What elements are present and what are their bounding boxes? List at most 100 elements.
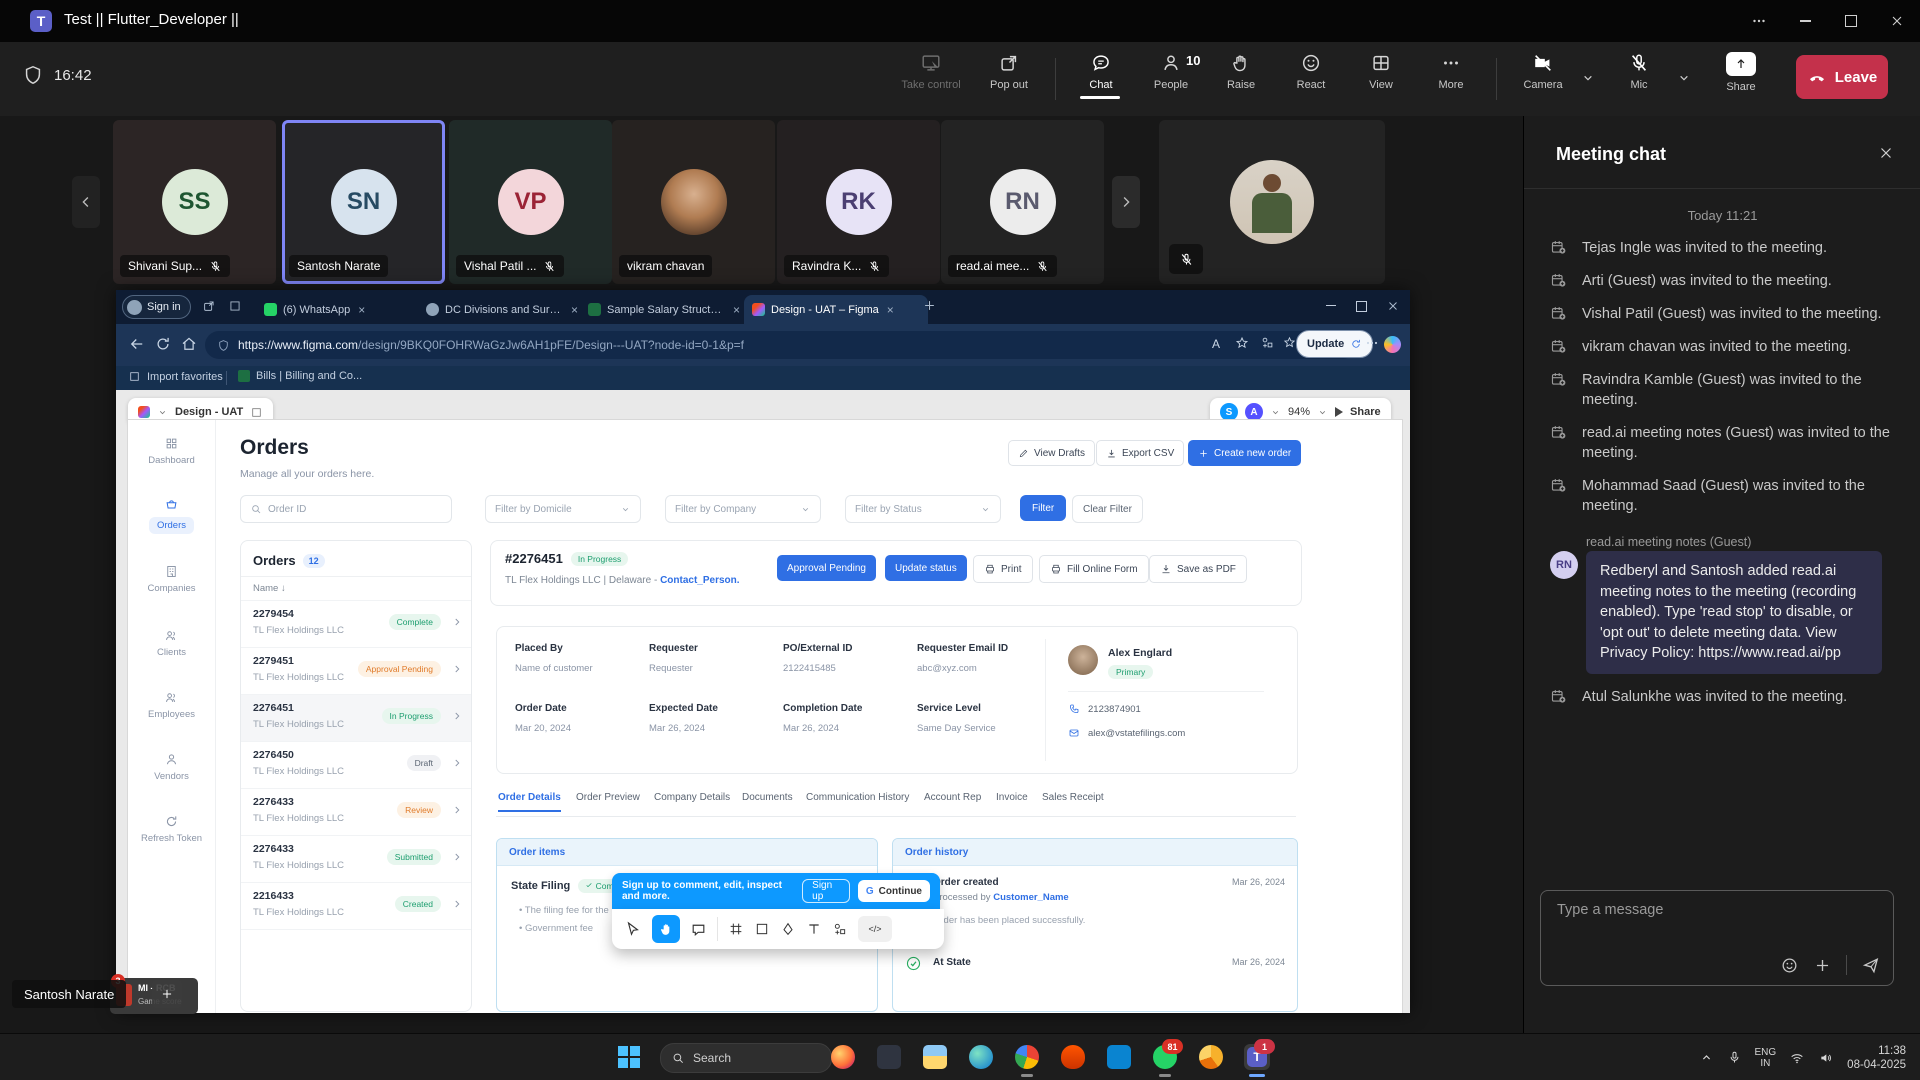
tab-invoice[interactable]: Invoice — [996, 792, 1028, 803]
export-csv-button[interactable]: Export CSV — [1096, 440, 1184, 466]
attach-plus-icon[interactable] — [1813, 956, 1832, 975]
collaborator-avatar[interactable]: S — [1220, 403, 1238, 421]
settings-more-icon[interactable] — [1364, 335, 1380, 351]
participant-tile[interactable]: SS Shivani Sup... — [113, 120, 276, 284]
clear-filter-button[interactable]: Clear Filter — [1072, 495, 1143, 523]
zoom-level[interactable]: 94% — [1288, 406, 1310, 418]
chrome-beta-icon[interactable] — [1198, 1044, 1224, 1070]
window-close-button[interactable] — [1874, 0, 1920, 42]
tab-close-icon[interactable]: × — [571, 303, 578, 317]
participant-tile[interactable]: vikram chavan — [612, 120, 775, 284]
bookmark-import-favorites[interactable]: Import favorites — [128, 370, 223, 383]
tab-communication-history[interactable]: Communication History — [806, 792, 909, 803]
collaborator-avatar[interactable]: A — [1245, 403, 1263, 421]
bookmark-bills[interactable]: Bills | Billing and Co... — [238, 370, 362, 382]
raise-hand-button[interactable]: Raise — [1206, 52, 1276, 91]
tab-sales-receipt[interactable]: Sales Receipt — [1042, 792, 1104, 803]
language-indicator[interactable]: ENGIN — [1755, 1047, 1777, 1069]
chevron-down-icon[interactable] — [1270, 407, 1281, 418]
sidebar-item-dashboard[interactable]: Dashboard — [128, 436, 215, 466]
tiles-scroll-left-button[interactable] — [72, 176, 100, 228]
filter-domicile-select[interactable]: Filter by Domicile — [485, 495, 641, 523]
chat-message-input[interactable] — [1555, 901, 1859, 919]
browser-minimize-icon[interactable] — [1326, 299, 1336, 306]
back-icon[interactable] — [128, 335, 146, 353]
favorite-star-icon[interactable] — [1234, 335, 1250, 351]
share-button[interactable]: Share — [1706, 52, 1776, 93]
leave-button[interactable]: Leave — [1796, 55, 1888, 99]
tray-chevron-up-icon[interactable] — [1699, 1050, 1714, 1065]
spotlight-tile[interactable] — [1159, 120, 1385, 284]
window-more-icon[interactable] — [1736, 0, 1782, 42]
address-bar[interactable]: https://www.figma.com/design/9BKQ0FOHRWa… — [205, 331, 1357, 359]
sidebar-item-vendors[interactable]: Vendors — [128, 752, 215, 782]
browser-signin-chip[interactable]: Sign in — [122, 295, 191, 319]
order-row[interactable]: 2279451TL Flex Holdings LLC Approval Pen… — [241, 648, 471, 695]
contact-phone[interactable]: 2123874901 — [1068, 703, 1141, 715]
present-play-icon[interactable] — [1335, 407, 1343, 417]
move-tool-icon[interactable] — [624, 920, 642, 938]
tray-mic-icon[interactable] — [1727, 1050, 1742, 1065]
figma-share-button[interactable]: Share — [1350, 406, 1381, 418]
copilot-orb-icon[interactable] — [1384, 336, 1401, 353]
chat-input-box[interactable] — [1540, 890, 1894, 986]
extensions-icon[interactable] — [1260, 335, 1275, 350]
contact-email[interactable]: alex@vstatefilings.com — [1068, 727, 1185, 739]
home-icon[interactable] — [180, 335, 198, 353]
participant-tile[interactable]: RN read.ai mee... — [941, 120, 1104, 284]
save-as-pdf-button[interactable]: Save as PDF — [1149, 555, 1247, 583]
pen-tool-icon[interactable] — [780, 921, 796, 937]
customer-name-link[interactable]: Customer_Name — [993, 892, 1069, 903]
chrome-icon[interactable] — [1014, 1044, 1040, 1070]
text-tool-icon[interactable] — [806, 921, 822, 937]
browser-tab-active[interactable]: Design - UAT – Figma× — [744, 295, 928, 324]
window-minimize-button[interactable] — [1782, 0, 1828, 42]
browser-maximize-icon[interactable] — [1356, 299, 1367, 312]
sidebar-item-orders[interactable]: Orders — [128, 498, 215, 534]
tab-order-preview[interactable]: Order Preview — [576, 792, 640, 803]
tab-close-icon[interactable]: × — [733, 303, 740, 317]
tab-documents[interactable]: Documents — [742, 792, 793, 803]
view-button[interactable]: View — [1346, 52, 1416, 91]
volume-icon[interactable] — [1818, 1050, 1834, 1066]
tab-actions-icon[interactable] — [202, 299, 216, 313]
teams-icon[interactable]: T 1 — [1244, 1044, 1270, 1070]
order-row[interactable]: 2276433TL Flex Holdings LLC Review — [241, 789, 471, 836]
new-tab-icon[interactable] — [922, 298, 937, 313]
brave-icon[interactable] — [1060, 1044, 1086, 1070]
camera-button[interactable]: Camera — [1508, 52, 1578, 91]
edge-icon[interactable] — [968, 1044, 994, 1070]
chevron-down-icon[interactable] — [1317, 407, 1328, 418]
more-button[interactable]: More — [1416, 52, 1486, 91]
resources-tool-icon[interactable] — [832, 921, 848, 937]
presenter-add-icon[interactable] — [152, 980, 182, 1008]
fill-online-form-button[interactable]: Fill Online Form — [1039, 555, 1149, 583]
emoji-icon[interactable] — [1780, 956, 1799, 975]
google-continue-button[interactable]: G Continue — [858, 880, 930, 902]
filter-company-select[interactable]: Filter by Company — [665, 495, 821, 523]
tab-close-icon[interactable]: × — [358, 303, 365, 317]
order-id-search-input[interactable]: Order ID — [240, 495, 452, 523]
print-button[interactable]: Print — [973, 555, 1033, 583]
wifi-icon[interactable] — [1789, 1050, 1805, 1066]
taskbar-clock[interactable]: 11:3808-04-2025 — [1847, 1044, 1906, 1072]
workspaces-icon[interactable] — [228, 299, 242, 313]
sign-up-button[interactable]: Sign up — [802, 879, 850, 903]
create-new-order-button[interactable]: Create new order — [1188, 440, 1301, 466]
participant-tile[interactable]: VP Vishal Patil ... — [449, 120, 612, 284]
comment-tool-icon[interactable] — [690, 921, 707, 938]
app-dark-icon[interactable] — [876, 1044, 902, 1070]
collections-icon[interactable] — [1282, 335, 1297, 350]
file-explorer-icon[interactable] — [922, 1044, 948, 1070]
chat-button[interactable]: Chat — [1066, 52, 1136, 91]
participant-tile[interactable]: SN Santosh Narate — [282, 120, 445, 284]
vscode-icon[interactable] — [1106, 1044, 1132, 1070]
browser-tab[interactable]: Sample Salary Structure with calc× — [580, 295, 756, 324]
browser-tab[interactable]: DC Divisions and Surroundings× — [418, 295, 592, 324]
order-row[interactable]: 2279454TL Flex Holdings LLC Complete — [241, 601, 471, 648]
send-icon[interactable] — [1861, 955, 1881, 975]
contact-person-link[interactable]: Contact_Person. — [660, 575, 739, 586]
sidebar-item-clients[interactable]: Clients — [128, 628, 215, 658]
window-maximize-button[interactable] — [1828, 0, 1874, 42]
taskbar-search-box[interactable]: Search — [660, 1043, 832, 1073]
